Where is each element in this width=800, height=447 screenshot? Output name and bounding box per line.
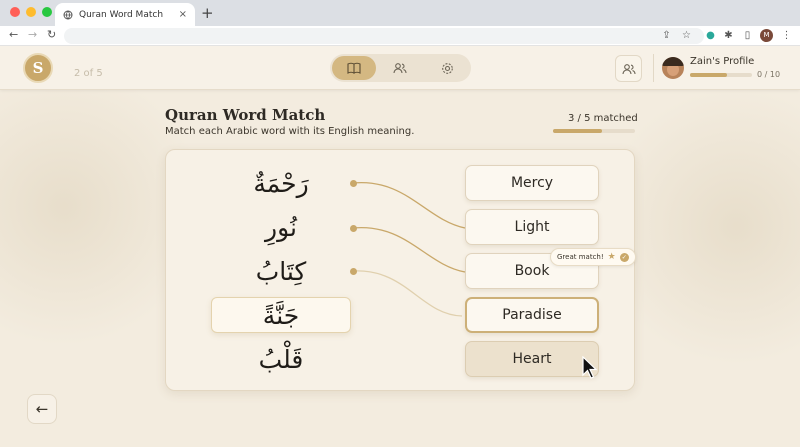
nav-learn-tab[interactable]	[332, 56, 376, 80]
arabic-word-light[interactable]: نُورِ	[211, 209, 351, 245]
profile-count: 0 / 10	[757, 70, 781, 79]
connector-dot	[350, 225, 357, 232]
connector-light-book	[352, 227, 466, 273]
bookmark-star-icon[interactable]: ☆	[680, 29, 693, 42]
arabic-word-book[interactable]: كِتَابُ	[211, 253, 351, 289]
back-arrow-icon[interactable]: ←	[9, 28, 18, 41]
app-header: S 2 of 5 Zain's Profile 0 / 10	[0, 46, 800, 90]
app-logo[interactable]: S	[23, 53, 53, 83]
tab-title: Quran Word Match	[79, 9, 164, 20]
arabic-word-heart[interactable]: قَلْبُ	[211, 341, 351, 377]
puzzle-icon[interactable]: ✱	[722, 29, 735, 42]
matched-progress-fill	[553, 129, 603, 133]
address-bar: ← → ↻ ⇪ ☆ ● ✱ ▯ M ⋮	[0, 26, 800, 46]
window-controls	[10, 7, 52, 17]
mouse-cursor-icon	[582, 356, 598, 379]
url-field[interactable]	[64, 28, 704, 44]
profile-name[interactable]: Zain's Profile	[690, 56, 754, 67]
connector-book-paradise	[352, 270, 463, 317]
share-icon[interactable]: ⇪	[660, 29, 673, 42]
page-title: Quran Word Match	[165, 106, 326, 124]
matched-progress-bar	[553, 129, 635, 133]
match-card: رَحْمَةٌ نُورِ كِتَابُ جَنَّةً قَلْبُ Me…	[165, 149, 636, 391]
match-tooltip: Great match! ★ ✓	[550, 248, 636, 266]
nav-settings-tab[interactable]	[425, 56, 469, 80]
connector-dot	[350, 268, 357, 275]
extension-icon[interactable]: ●	[704, 29, 717, 42]
new-tab-button[interactable]: +	[201, 4, 214, 22]
browser-menu-icon[interactable]: ⋮	[780, 29, 793, 42]
arabic-word-mercy[interactable]: رَحْمَةٌ	[211, 165, 351, 201]
book-icon	[347, 62, 361, 74]
tab-close-icon[interactable]: ×	[179, 9, 187, 20]
profile-progress-bar	[690, 73, 752, 77]
avatar[interactable]	[662, 57, 684, 79]
forward-arrow-icon[interactable]: →	[28, 28, 37, 41]
sidebar-icon[interactable]: ▯	[741, 29, 754, 42]
nav-community-tab[interactable]	[378, 56, 422, 80]
profile-progress-fill	[690, 73, 728, 77]
reload-icon[interactable]: ↻	[47, 28, 56, 41]
tooltip-text: Great match!	[557, 253, 604, 261]
answer-paradise[interactable]: Paradise	[465, 297, 599, 333]
maximize-window-button[interactable]	[42, 7, 52, 17]
browser-profile-avatar[interactable]: M	[760, 29, 773, 42]
answer-light[interactable]: Light	[465, 209, 599, 245]
avatar-hair	[662, 57, 684, 66]
app-area: S 2 of 5 Zain's Profile 0 / 10 Quran Wor…	[0, 46, 800, 447]
matched-count: 3 / 5 matched	[568, 113, 638, 124]
users-icon	[393, 63, 407, 74]
close-window-button[interactable]	[10, 7, 20, 17]
answer-heart[interactable]: Heart	[465, 341, 599, 377]
friends-button[interactable]	[615, 55, 642, 82]
users-icon	[621, 63, 636, 74]
check-icon: ✓	[619, 252, 629, 262]
browser-tab-strip: Quran Word Match × +	[0, 0, 800, 26]
page-subtitle: Match each Arabic word with its English …	[165, 126, 415, 137]
globe-icon	[63, 10, 73, 19]
connector-mercy-light	[352, 182, 466, 229]
gear-icon	[441, 62, 453, 74]
browser-tab[interactable]: Quran Word Match ×	[55, 3, 195, 26]
connector-dot	[350, 180, 357, 187]
star-icon: ★	[607, 252, 616, 262]
minimize-window-button[interactable]	[26, 7, 36, 17]
arabic-word-paradise[interactable]: جَنَّةً	[211, 297, 351, 333]
main-nav	[330, 54, 471, 82]
back-button[interactable]: ←	[27, 394, 57, 424]
page-indicator: 2 of 5	[74, 68, 103, 79]
answer-mercy[interactable]: Mercy	[465, 165, 599, 201]
header-divider	[653, 54, 654, 82]
